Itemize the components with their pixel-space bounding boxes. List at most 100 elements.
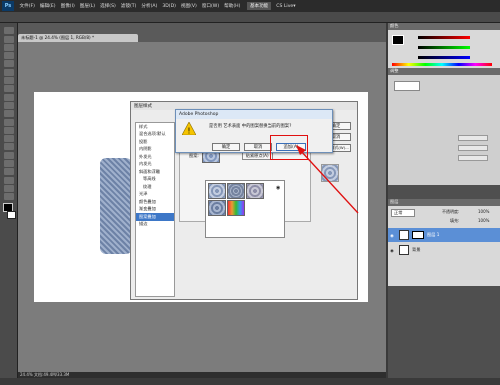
style-list-item-selected[interactable]: 图案叠加 bbox=[136, 213, 174, 221]
photoshop-logo: Ps bbox=[2, 1, 14, 11]
style-list: 样式 混合选项:默认 投影 内阴影 外发光 内发光 斜面和浮雕 等高线 纹理 光… bbox=[135, 122, 175, 297]
pen-tool-icon[interactable] bbox=[3, 143, 14, 151]
message-cancel-button[interactable]: 取消 bbox=[244, 143, 272, 151]
move-tool-icon[interactable] bbox=[3, 27, 14, 35]
style-list-item[interactable]: 外发光 bbox=[136, 153, 174, 161]
green-slider[interactable] bbox=[418, 46, 470, 49]
brush-tool-icon[interactable] bbox=[3, 85, 14, 93]
menu-file[interactable]: 文件(F) bbox=[20, 3, 35, 9]
menu-window[interactable]: 窗口(W) bbox=[202, 3, 219, 9]
options-bar bbox=[0, 12, 500, 23]
menu-3d[interactable]: 3D(D) bbox=[162, 4, 176, 9]
popup-menu-icon[interactable]: ◉ bbox=[276, 185, 280, 191]
pattern-swatch[interactable] bbox=[227, 200, 245, 216]
style-list-item[interactable]: 渐变叠加 bbox=[136, 206, 174, 214]
document-tab[interactable]: 未标题-1 @ 24.4% (图层 1, RGB/8) * bbox=[18, 34, 138, 42]
shape-tool-icon[interactable] bbox=[3, 168, 14, 176]
style-list-item[interactable]: 投影 bbox=[136, 138, 174, 146]
patterned-shape bbox=[100, 158, 132, 254]
tab-adjustments[interactable]: 调整 bbox=[388, 68, 500, 75]
style-list-item[interactable]: 光泽 bbox=[136, 191, 174, 199]
tab-layers[interactable]: 图层 bbox=[388, 199, 500, 206]
panel-button[interactable] bbox=[458, 155, 488, 161]
menu-view[interactable]: 视图(V) bbox=[181, 3, 197, 9]
style-list-item[interactable]: 纹理 bbox=[136, 183, 174, 191]
magic-wand-tool-icon[interactable] bbox=[3, 52, 14, 60]
blend-mode-select[interactable]: 正常 bbox=[391, 209, 416, 217]
adjustments-panel bbox=[388, 75, 500, 185]
menu-layer[interactable]: 图层(L) bbox=[80, 3, 95, 9]
snap-to-origin-button[interactable]: 贴紧原点(A) bbox=[241, 152, 273, 160]
highlight-box bbox=[270, 135, 308, 160]
style-list-item[interactable]: 混合选项:默认 bbox=[136, 131, 174, 139]
type-tool-icon[interactable] bbox=[3, 151, 14, 159]
blue-slider[interactable] bbox=[418, 56, 470, 59]
panel-button[interactable] bbox=[458, 135, 488, 141]
marquee-tool-icon[interactable] bbox=[3, 35, 14, 43]
status-bar: 24.4% 文档:49.4M/33.3M bbox=[18, 372, 386, 378]
toolbox bbox=[0, 23, 18, 378]
warning-icon: ! bbox=[182, 122, 196, 135]
layer-row-selected[interactable]: ◉ 图层 1 bbox=[388, 228, 500, 242]
menu-edit[interactable]: 编辑(E) bbox=[40, 3, 56, 9]
fill-label: 填充: bbox=[450, 218, 460, 223]
gradient-tool-icon[interactable] bbox=[3, 118, 14, 126]
layer-row[interactable]: ◉ 背景 bbox=[388, 243, 500, 257]
menu-analysis[interactable]: 分析(A) bbox=[141, 3, 157, 9]
panel-button[interactable] bbox=[458, 145, 488, 151]
style-list-item[interactable]: 等高线 bbox=[136, 176, 174, 184]
menu-image[interactable]: 图像(I) bbox=[61, 3, 75, 9]
eyedropper-tool-icon[interactable] bbox=[3, 68, 14, 76]
layer-mask-thumbnail bbox=[412, 231, 424, 239]
lasso-tool-icon[interactable] bbox=[3, 43, 14, 51]
menu-filter[interactable]: 滤镜(T) bbox=[121, 3, 137, 9]
hand-tool-icon[interactable] bbox=[3, 184, 14, 192]
pattern-picker-popup: ◉ bbox=[205, 180, 285, 238]
clone-stamp-tool-icon[interactable] bbox=[3, 93, 14, 101]
menu-help[interactable]: 帮助(H) bbox=[224, 3, 240, 9]
right-panels: 颜色 调整 图层 正常 不透明度: 100% 填充: 100% ◉ 图层 1 ◉… bbox=[388, 23, 500, 378]
style-list-item[interactable]: 描边 bbox=[136, 221, 174, 229]
healing-brush-tool-icon[interactable] bbox=[3, 77, 14, 85]
layer-name[interactable]: 背景 bbox=[412, 247, 420, 253]
eye-icon[interactable]: ◉ bbox=[388, 248, 396, 253]
gradient-thumbnail bbox=[394, 81, 420, 91]
fill-value[interactable]: 100% bbox=[478, 218, 489, 223]
blur-tool-icon[interactable] bbox=[3, 126, 14, 134]
style-list-item[interactable]: 内发光 bbox=[136, 161, 174, 169]
pattern-swatch[interactable] bbox=[227, 183, 245, 199]
3d-rotate-tool-icon[interactable] bbox=[3, 176, 14, 184]
zoom-tool-icon[interactable] bbox=[3, 193, 14, 201]
message-ok-button[interactable]: 确定 bbox=[212, 143, 240, 151]
menu-bar: Ps 文件(F) 编辑(E) 图像(I) 图层(L) 选择(S) 滤镜(T) 分… bbox=[0, 0, 500, 12]
pattern-swatch[interactable] bbox=[246, 183, 264, 199]
style-list-item[interactable]: 内阴影 bbox=[136, 146, 174, 154]
style-list-item[interactable]: 斜面和浮雕 bbox=[136, 168, 174, 176]
history-brush-tool-icon[interactable] bbox=[3, 101, 14, 109]
opacity-value[interactable]: 100% bbox=[478, 209, 489, 214]
tab-color[interactable]: 颜色 bbox=[388, 23, 500, 30]
message-box-title: Adobe Photoshop bbox=[176, 110, 332, 119]
style-list-item[interactable]: 样式 bbox=[136, 123, 174, 131]
replace-pattern-message-box: Adobe Photoshop ! 是否用 艺术表面 中的图案替换当前的图案? … bbox=[175, 109, 333, 153]
background-color-swatch[interactable] bbox=[7, 211, 16, 220]
message-text: 是否用 艺术表面 中的图案替换当前的图案? bbox=[209, 124, 292, 129]
workspace-button[interactable]: 基本功能 bbox=[246, 2, 272, 10]
layers-panel: 正常 不透明度: 100% 填充: 100% ◉ 图层 1 ◉ 背景 bbox=[388, 206, 500, 286]
foreground-color-box[interactable] bbox=[392, 35, 404, 45]
dodge-tool-icon[interactable] bbox=[3, 135, 14, 143]
pattern-swatch[interactable] bbox=[208, 183, 226, 199]
eraser-tool-icon[interactable] bbox=[3, 110, 14, 118]
crop-tool-icon[interactable] bbox=[3, 60, 14, 68]
eye-icon[interactable]: ◉ bbox=[388, 233, 396, 238]
menu-select[interactable]: 选择(S) bbox=[100, 3, 116, 9]
layer-name[interactable]: 图层 1 bbox=[427, 232, 439, 238]
pattern-swatch[interactable] bbox=[208, 200, 226, 216]
red-slider[interactable] bbox=[418, 36, 470, 39]
opacity-label: 不透明度: bbox=[442, 209, 460, 214]
path-selection-tool-icon[interactable] bbox=[3, 160, 14, 168]
layer-thumbnail bbox=[399, 230, 409, 240]
color-ramp[interactable] bbox=[392, 63, 492, 66]
cs-live-button[interactable]: CS Live▾ bbox=[276, 4, 295, 9]
style-list-item[interactable]: 颜色叠加 bbox=[136, 198, 174, 206]
